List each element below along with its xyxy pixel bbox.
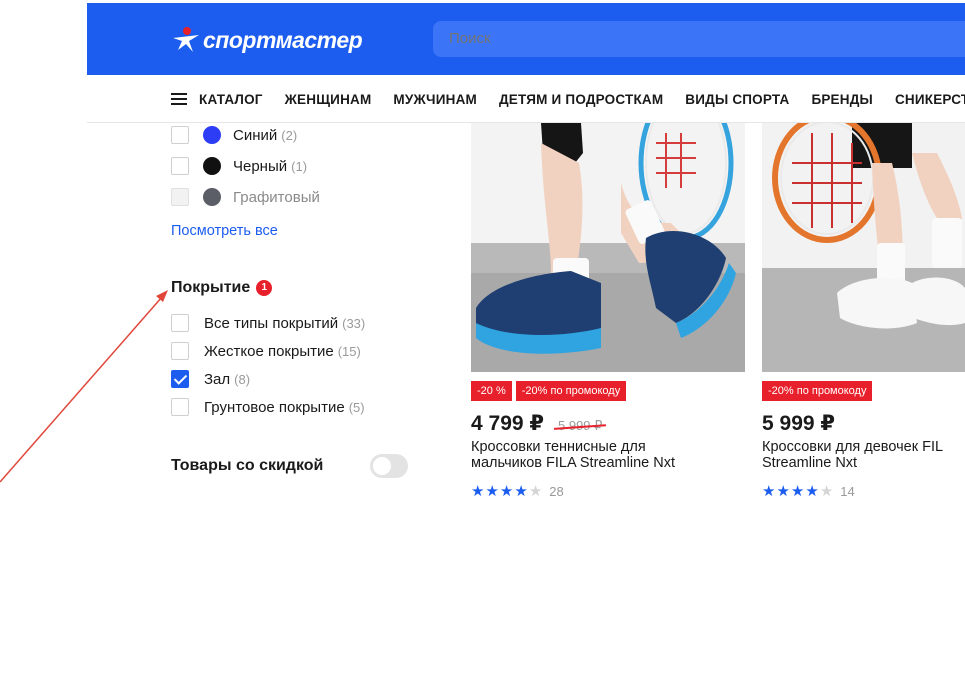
annotation-arrow: [0, 290, 168, 483]
page: спортмастер КАТАЛОГ ЖЕНЩИНАМ МУЖЧИНАМ ДЕ…: [0, 0, 965, 693]
